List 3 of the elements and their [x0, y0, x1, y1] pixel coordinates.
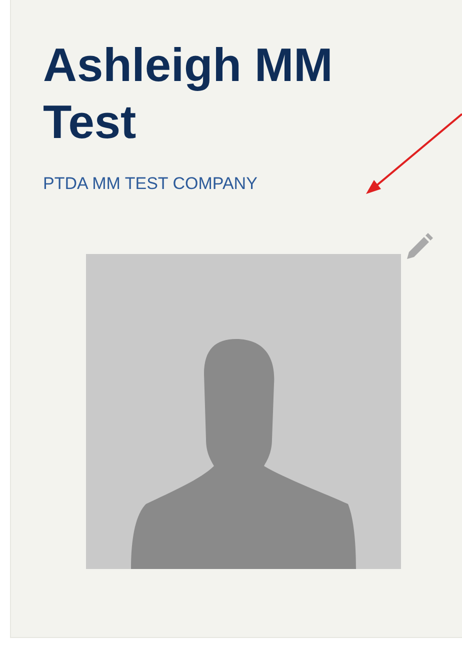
profile-name: Ashleigh MM Test	[43, 37, 334, 150]
pencil-icon[interactable]	[404, 232, 434, 262]
company-name: PTDA MM TEST COMPANY	[43, 174, 258, 194]
